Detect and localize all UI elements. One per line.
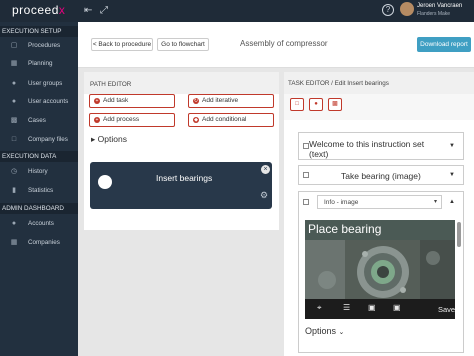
path-editor-header: PATH EDITOR bbox=[84, 72, 279, 94]
sidebar-item-statistics[interactable]: ▮ Statistics bbox=[0, 183, 78, 199]
task-editor-title: TASK EDITOR / Edit Insert bearings bbox=[288, 80, 389, 87]
sidebar-item-user-accounts[interactable]: ● User accounts bbox=[0, 94, 78, 110]
sidebar-item-accounts[interactable]: ● Accounts bbox=[0, 216, 78, 232]
folder-icon: □ bbox=[11, 136, 17, 143]
sidebar-item-planning[interactable]: ▦ Planning bbox=[0, 56, 78, 72]
add-task-button[interactable]: + Add task bbox=[89, 94, 175, 108]
sidebar-section-admin-dashboard: ADMIN DASHBOARD bbox=[0, 203, 78, 214]
expand-arrows-icon[interactable]: ⤢ bbox=[100, 5, 108, 17]
go-to-flowchart-button[interactable]: Go to flowchart bbox=[157, 38, 209, 51]
caret-right-icon: ▸ bbox=[91, 134, 96, 144]
step-checkbox[interactable] bbox=[303, 172, 309, 178]
step-title: Welcome to this instruction set bbox=[309, 139, 425, 149]
accounts-icon: ● bbox=[11, 220, 17, 227]
add-icon: + bbox=[94, 117, 100, 123]
loop-icon: ↻ bbox=[193, 98, 199, 104]
task-node[interactable]: Insert bearings × ⚙ bbox=[90, 162, 272, 209]
calendar-icon: ▦ bbox=[10, 60, 18, 67]
step-list: Welcome to this instruction set (text) ▼… bbox=[284, 120, 474, 356]
chevron-down-icon[interactable]: ▼ bbox=[449, 143, 455, 149]
chart-icon: ▮ bbox=[12, 187, 16, 194]
node-status-circle bbox=[98, 175, 112, 189]
chevron-up-icon[interactable]: ▲ bbox=[449, 199, 455, 205]
save-button[interactable]: Save bbox=[438, 305, 455, 314]
step-item-place-bearing: Info - image ▾ ▲ Place bearing ⌖ ☰ ▣ ▣ S… bbox=[298, 191, 464, 353]
step-item-welcome[interactable]: Welcome to this instruction set (text) ▼ bbox=[298, 132, 464, 160]
building-icon: ▦ bbox=[10, 239, 18, 246]
sidebar-item-history[interactable]: ◷ History bbox=[0, 164, 78, 180]
square-icon[interactable]: □ bbox=[290, 98, 304, 111]
procedures-icon: ▢ bbox=[10, 42, 18, 49]
step-title: Take bearing (image) bbox=[341, 171, 421, 181]
task-editor-panel: TASK EDITOR / Edit Insert bearings □ ● ▩… bbox=[284, 72, 474, 356]
image-icon[interactable]: ▣ bbox=[368, 303, 376, 313]
sidebar-item-companies[interactable]: ▦ Companies bbox=[0, 235, 78, 251]
help-icon[interactable]: ? bbox=[382, 4, 394, 16]
align-icon[interactable]: ☰ bbox=[343, 303, 350, 313]
task-editor-header: TASK EDITOR / Edit Insert bearings bbox=[284, 72, 474, 94]
add-icon[interactable]: ● bbox=[309, 98, 323, 111]
sidebar-item-company-files[interactable]: □ Company files bbox=[0, 132, 78, 148]
step-type: (text) bbox=[309, 149, 329, 159]
path-editor-panel: PATH EDITOR + Add task ↻ Add iterative + Ad… bbox=[84, 72, 279, 230]
app-logo[interactable]: proceedx bbox=[12, 3, 65, 17]
branch-icon: ◆ bbox=[193, 117, 199, 123]
menu-collapse-icon[interactable]: ⇤ bbox=[84, 5, 92, 17]
path-editor-title: PATH EDITOR bbox=[90, 81, 132, 88]
path-options-toggle[interactable]: ▸ Options bbox=[91, 134, 127, 145]
step-type-select[interactable]: Info - image ▾ bbox=[317, 195, 442, 209]
avatar[interactable] bbox=[400, 2, 414, 16]
users-icon: ● bbox=[11, 80, 17, 87]
step-item-take-bearing[interactable]: Take bearing (image) ▼ bbox=[298, 165, 464, 185]
image-title: Place bearing bbox=[308, 222, 382, 236]
back-to-procedure-button[interactable]: < Back to procedure bbox=[91, 38, 153, 51]
download-report-button[interactable]: Download report bbox=[417, 37, 471, 52]
save-icon[interactable]: ▩ bbox=[328, 98, 342, 111]
sidebar-item-user-groups[interactable]: ● User groups bbox=[0, 76, 78, 92]
step-checkbox[interactable] bbox=[303, 199, 309, 205]
step-options-toggle[interactable]: Options ⌄ bbox=[305, 326, 344, 336]
close-icon[interactable]: × bbox=[261, 165, 270, 174]
select-caret-icon: ▾ bbox=[433, 199, 437, 205]
sidebar-section-execution-setup: EXECUTION SETUP bbox=[0, 26, 78, 37]
chevron-down-icon: ⌄ bbox=[338, 329, 345, 336]
chevron-down-icon[interactable]: ▼ bbox=[449, 172, 455, 178]
sidebar: EXECUTION SETUP ▢ Procedures ▦ Planning ● U… bbox=[0, 22, 78, 356]
sidebar-item-procedures[interactable]: ▢ Procedures bbox=[0, 38, 78, 54]
add-icon: + bbox=[94, 98, 100, 104]
crop-icon[interactable]: ⌖ bbox=[317, 303, 322, 313]
sidebar-item-cases[interactable]: ▩ Cases bbox=[0, 113, 78, 129]
page-title: Assembly of compressor bbox=[240, 39, 328, 48]
scrollbar[interactable] bbox=[457, 222, 461, 247]
history-icon: ◷ bbox=[10, 168, 18, 175]
page-header: < Back to procedure Go to flowchart Asse… bbox=[78, 22, 474, 68]
add-iterative-button[interactable]: ↻ Add iterative bbox=[188, 94, 274, 108]
briefcase-icon: ▩ bbox=[10, 117, 18, 124]
user-name[interactable]: Jeroen Vancraen bbox=[417, 3, 462, 10]
gear-icon[interactable]: ⚙ bbox=[260, 190, 268, 200]
user-organization: Flanders Make bbox=[417, 11, 451, 17]
bearing-photo bbox=[305, 240, 455, 299]
image-icon[interactable]: ▣ bbox=[393, 303, 401, 313]
add-conditional-button[interactable]: ◆ Add conditional bbox=[188, 113, 274, 127]
step-image: Place bearing ⌖ ☰ ▣ ▣ Save bbox=[305, 220, 455, 319]
node-title: Insert bearings bbox=[156, 173, 213, 183]
user-icon: ● bbox=[11, 98, 17, 105]
image-toolbar: ⌖ ☰ ▣ ▣ Save bbox=[305, 299, 455, 319]
sidebar-section-execution-data: EXECUTION DATA bbox=[0, 151, 78, 162]
top-bar: proceedx ⇤ ⤢ ? Jeroen Vancraen Flanders … bbox=[0, 0, 474, 22]
add-process-button[interactable]: + Add process bbox=[89, 113, 175, 127]
